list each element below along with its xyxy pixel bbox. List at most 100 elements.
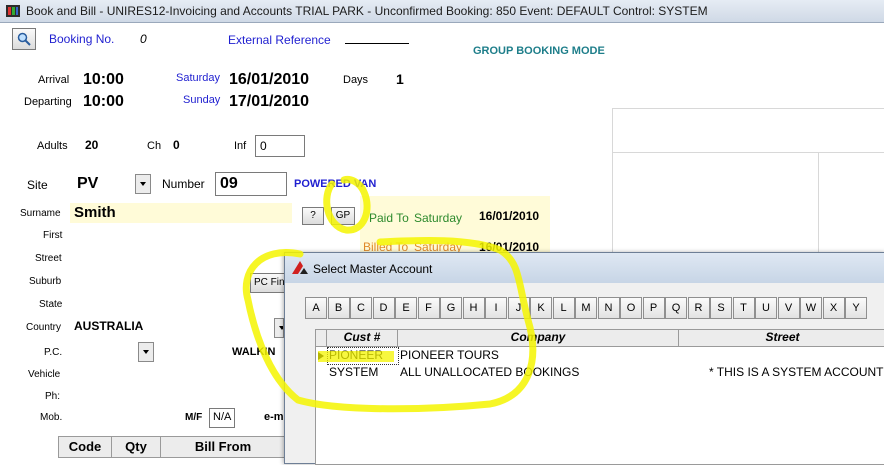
letter-filter-k[interactable]: K [530,297,552,319]
window-title: Book and Bill - UNIRES12-Invoicing and A… [26,4,708,18]
days-value[interactable]: 1 [396,71,404,87]
infants-input[interactable]: 0 [255,135,305,157]
children-label: Ch [147,140,162,152]
site-label: Site [27,178,48,192]
gp-button[interactable]: GP [331,207,355,225]
col-company[interactable]: Company [398,330,679,347]
items-col-code[interactable]: Code [58,436,112,458]
letter-filter-j[interactable]: J [507,297,530,319]
letter-filter-b[interactable]: B [327,297,350,319]
site-number-input[interactable]: 09 [215,172,287,196]
ph-label: Ph: [45,391,61,402]
letter-filter-o[interactable]: O [620,297,642,319]
paid-to-day: Saturday [414,211,463,225]
letter-filter-x[interactable]: X [822,297,845,319]
external-reference-field[interactable] [345,42,409,44]
surname-input[interactable]: Smith [70,203,292,223]
paid-to-label: Paid To [369,211,409,225]
letter-filter-a[interactable]: A [305,297,327,319]
walkin-label: WALKIN [232,346,276,358]
mf-label: M/F [185,412,203,423]
mf-select[interactable]: N/A [209,408,235,428]
items-col-qty[interactable]: Qty [111,436,161,458]
row-cust: SYSTEM [329,365,379,379]
letter-filter-u[interactable]: U [755,297,777,319]
letter-filter-g[interactable]: G [440,297,462,319]
surname-value: Smith [74,204,116,221]
letter-filter-r[interactable]: R [687,297,710,319]
paid-to-date: 16/01/2010 [479,209,540,223]
letter-filter-h[interactable]: H [462,297,485,319]
magnifier-icon [17,32,31,46]
site-number-label: Number [162,177,205,191]
days-label: Days [343,74,369,86]
first-label: First [43,230,63,241]
letter-filter-s[interactable]: S [710,297,732,319]
adults-value[interactable]: 20 [85,138,98,152]
items-table: Code Qty Bill From [58,436,286,462]
departing-label: Departing [24,96,72,108]
row-company: PIONEER TOURS [400,348,499,362]
vehicle-label: Vehicle [28,369,61,380]
departing-date[interactable]: 17/01/2010 [229,93,309,111]
row-company: ALL UNALLOCATED BOOKINGS [400,365,580,379]
group-booking-mode: GROUP BOOKING MODE [473,45,605,57]
letter-filter-v[interactable]: V [777,297,800,319]
side-panel [612,108,884,263]
pc-dropdown-button[interactable] [138,342,154,362]
country-dropdown-button[interactable] [274,318,284,338]
master-account-grid: Cust # Company Street PIONEER PIONEER TO… [315,329,884,465]
side-panel-divider-h [612,152,884,153]
pc-label: P.C. [44,347,63,358]
row-pointer-icon [318,352,324,360]
letter-filter-y[interactable]: Y [845,297,867,319]
children-value[interactable]: 0 [173,138,180,152]
letter-filter-n[interactable]: N [597,297,620,319]
table-row[interactable]: SYSTEM ALL UNALLOCATED BOOKINGS * THIS I… [316,364,884,381]
infants-value: 0 [260,139,267,153]
arrival-day: Saturday [176,72,221,84]
title-bar: Book and Bill - UNIRES12-Invoicing and A… [0,0,884,23]
external-reference-label: External Reference [228,33,331,47]
letter-filter-d[interactable]: D [372,297,395,319]
letter-filter-l[interactable]: L [552,297,575,319]
dialog-title: Select Master Account [313,262,433,276]
site-dropdown-button[interactable] [135,174,151,194]
mf-value: N/A [213,411,232,423]
letter-filter-w[interactable]: W [800,297,822,319]
surname-label: Surname [20,208,61,219]
departing-time[interactable]: 10:00 [83,93,124,111]
arrival-date[interactable]: 16/01/2010 [229,71,309,89]
col-street[interactable]: Street [679,330,884,347]
app-icon [6,5,20,17]
letter-filter-f[interactable]: F [417,297,440,319]
table-row[interactable]: PIONEER PIONEER TOURS [316,347,884,365]
question-button[interactable]: ? [302,207,324,225]
letter-filter-q[interactable]: Q [665,297,687,319]
letter-filter-m[interactable]: M [575,297,597,319]
site-number-value: 09 [220,175,238,192]
items-col-bill-from[interactable]: Bill From [160,436,286,458]
side-panel-divider-v [818,152,819,262]
infants-label: Inf [234,140,247,152]
letter-filter-t[interactable]: T [732,297,755,319]
site-type: POWERED VAN [294,178,377,190]
row-cust: PIONEER [329,348,384,362]
letter-filter-e[interactable]: E [395,297,417,319]
email-label: e-m [264,411,284,423]
booking-search-button[interactable] [12,28,36,50]
arrival-time[interactable]: 10:00 [83,71,124,89]
row-street: * THIS IS A SYSTEM ACCOUNT * [709,365,884,379]
letter-filter-i[interactable]: I [485,297,507,319]
letter-filter-c[interactable]: C [350,297,372,319]
departing-day: Sunday [183,94,221,106]
letter-filter-p[interactable]: P [642,297,665,319]
suburb-label: Suburb [29,276,62,287]
adults-label: Adults [37,140,68,152]
site-value[interactable]: PV [77,175,98,193]
country-label: Country [26,322,62,333]
country-value[interactable]: AUSTRALIA [74,319,143,333]
col-cust-number[interactable]: Cust # [327,330,398,347]
grid-corner [316,330,327,347]
arrival-label: Arrival [38,74,70,86]
